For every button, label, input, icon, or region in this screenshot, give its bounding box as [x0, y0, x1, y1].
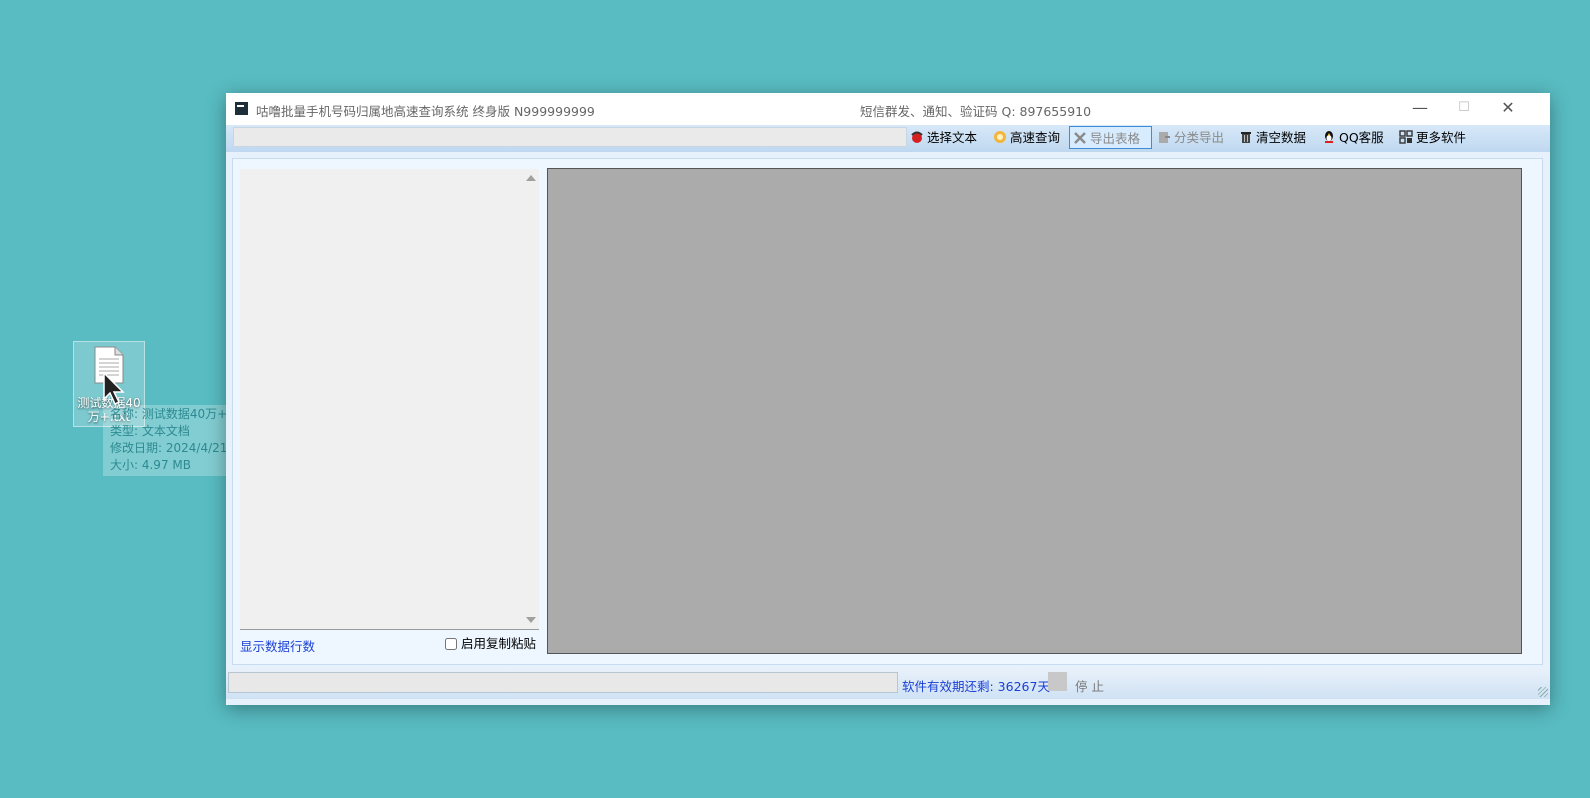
- fast-query-label: 高速查询: [1010, 130, 1061, 145]
- minimize-button[interactable]: —: [1397, 93, 1443, 125]
- grid-icon: [1399, 130, 1413, 144]
- results-grid[interactable]: [547, 168, 1522, 654]
- fast-query-button[interactable]: 高速查询: [990, 126, 1064, 149]
- list-scrollbar[interactable]: [522, 169, 539, 629]
- qq-penguin-icon: [1325, 131, 1333, 143]
- export-table-label: 导出表格: [1090, 131, 1141, 146]
- more-software-button[interactable]: 更多软件: [1396, 126, 1470, 149]
- content-area: 显示数据行数 启用复制粘贴: [232, 158, 1543, 665]
- select-text-label: 选择文本: [927, 130, 978, 145]
- clear-data-label: 清空数据: [1256, 130, 1307, 145]
- copy-paste-checkbox[interactable]: 启用复制粘贴: [445, 633, 536, 652]
- export-icon: [1159, 132, 1170, 143]
- maximize-button[interactable]: ☐: [1441, 93, 1487, 125]
- title-bar[interactable]: 咕噜批量手机号码归属地高速查询系统 终身版 N999999999 短信群发、通知…: [226, 93, 1550, 125]
- qq-service-button[interactable]: QQ客服: [1319, 126, 1388, 149]
- qq-service-label: QQ客服: [1339, 130, 1384, 145]
- trash-icon: [1241, 132, 1251, 143]
- show-rows-link[interactable]: 显示数据行数: [240, 636, 315, 655]
- excel-icon: [1074, 132, 1086, 144]
- tooltip-line-size: 大小: 4.97 MB: [110, 458, 191, 472]
- clear-data-button[interactable]: 清空数据: [1236, 126, 1310, 149]
- tooltip-line-type: 类型: 文本文档: [110, 424, 190, 438]
- window-title-contact: 短信群发、通知、验证码 Q: 897655910: [860, 104, 1092, 119]
- close-button[interactable]: ✕: [1485, 93, 1531, 125]
- stop-button[interactable]: 停 止: [1075, 676, 1104, 695]
- status-progress-field: [228, 672, 898, 693]
- mouse-cursor-icon: [103, 371, 125, 406]
- sun-icon: [994, 131, 1006, 143]
- export-table-button[interactable]: 导出表格: [1069, 126, 1152, 149]
- toolbar: 选择文本 高速查询 导出表格 分类导出 清空数据 QQ客服 更多软件: [226, 125, 1550, 152]
- more-software-label: 更多软件: [1416, 130, 1467, 145]
- number-list-box[interactable]: [240, 169, 539, 630]
- window-title: 咕噜批量手机号码归属地高速查询系统 终身版 N999999999: [256, 104, 595, 119]
- resize-grip-icon[interactable]: [1538, 687, 1548, 697]
- category-export-label: 分类导出: [1174, 130, 1225, 145]
- tooltip-line-date: 修改日期: 2024/4/21: [110, 441, 227, 455]
- app-window: 咕噜批量手机号码归属地高速查询系统 终身版 N999999999 短信群发、通知…: [226, 93, 1550, 705]
- file-tooltip: 名称: 测试数据40万+.txt 类型: 文本文档 修改日期: 2024/4/2…: [103, 405, 227, 476]
- tooltip-line-name: 名称: 测试数据40万+.txt: [110, 407, 227, 421]
- scroll-up-arrow-icon[interactable]: [526, 175, 536, 181]
- red-ball-icon: [911, 131, 923, 143]
- validity-status-text: 软件有效期还剩: 36267天: [902, 679, 1050, 694]
- category-export-button[interactable]: 分类导出: [1154, 126, 1228, 149]
- status-bar: 软件有效期还剩: 36267天 停 止: [226, 669, 1550, 699]
- scroll-down-arrow-icon[interactable]: [526, 617, 536, 623]
- copy-paste-label: 启用复制粘贴: [461, 636, 537, 651]
- select-text-button[interactable]: 选择文本: [907, 126, 981, 149]
- app-icon: [235, 102, 248, 115]
- copy-paste-checkbox-input[interactable]: [445, 638, 457, 650]
- file-path-input[interactable]: [233, 127, 907, 147]
- stop-icon[interactable]: [1048, 672, 1067, 691]
